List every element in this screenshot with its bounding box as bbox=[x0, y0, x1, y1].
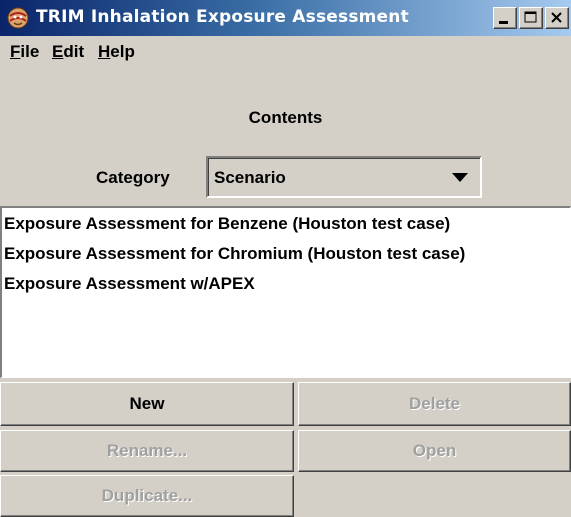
maximize-icon bbox=[524, 11, 537, 23]
open-button[interactable]: Open bbox=[298, 430, 571, 472]
minimize-icon bbox=[499, 21, 508, 24]
rename-button[interactable]: Rename... bbox=[0, 430, 294, 472]
maximize-button[interactable] bbox=[519, 7, 543, 29]
close-icon bbox=[551, 12, 562, 23]
contents-heading: Contents bbox=[248, 108, 323, 127]
window-title: TRIM Inhalation Exposure Assessment bbox=[36, 7, 409, 27]
close-button[interactable] bbox=[545, 7, 569, 29]
trim-app-icon[interactable] bbox=[6, 6, 30, 30]
duplicate-button[interactable]: Duplicate... bbox=[0, 475, 294, 517]
list-item[interactable]: Exposure Assessment for Benzene (Houston… bbox=[2, 214, 450, 234]
dropdown-arrow-icon[interactable] bbox=[452, 173, 468, 183]
menu-bar: File Edit Help bbox=[0, 36, 571, 68]
scenario-list[interactable]: Exposure Assessment for Benzene (Houston… bbox=[0, 206, 571, 378]
category-dropdown[interactable]: Scenario bbox=[206, 156, 482, 198]
main-window: TRIM Inhalation Exposure Assessment File… bbox=[0, 0, 571, 517]
category-label: Category bbox=[96, 168, 170, 187]
list-item[interactable]: Exposure Assessment for Chromium (Housto… bbox=[2, 244, 465, 264]
category-selected-value: Scenario bbox=[214, 168, 286, 187]
menu-help[interactable]: Help bbox=[98, 42, 135, 62]
delete-button[interactable]: Delete bbox=[298, 382, 571, 426]
menu-file[interactable]: File bbox=[10, 42, 39, 62]
list-item[interactable]: Exposure Assessment w/APEX bbox=[2, 274, 255, 294]
new-button[interactable]: New bbox=[0, 382, 294, 426]
menu-edit[interactable]: Edit bbox=[52, 42, 84, 62]
title-bar[interactable]: TRIM Inhalation Exposure Assessment bbox=[0, 0, 571, 36]
minimize-button[interactable] bbox=[493, 7, 517, 29]
